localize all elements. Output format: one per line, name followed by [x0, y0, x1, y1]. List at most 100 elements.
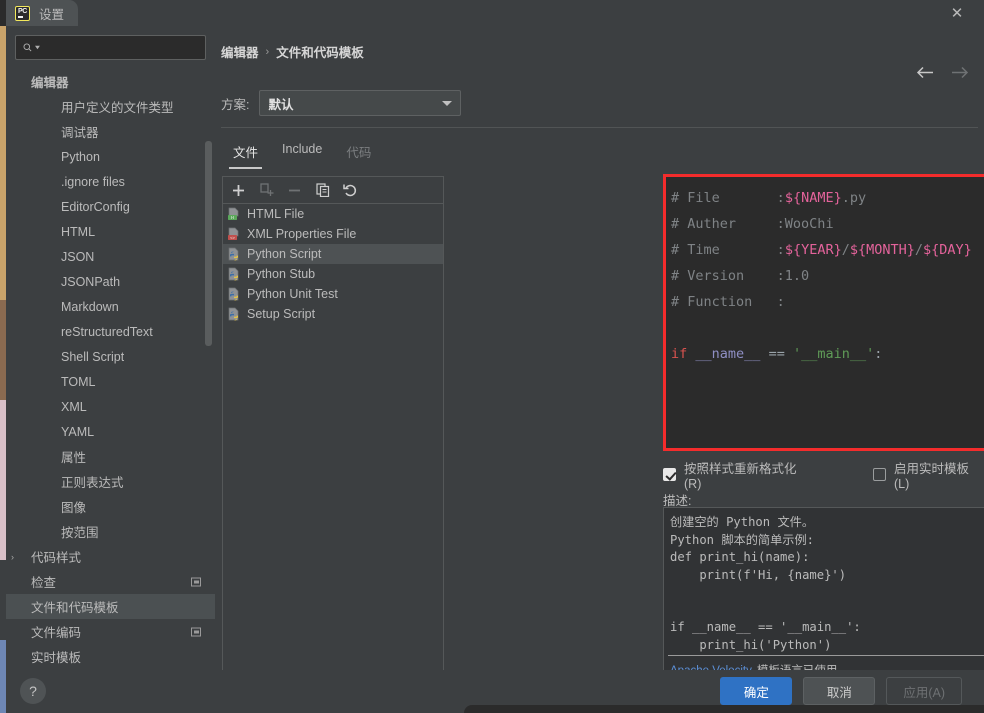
settings-tree: 编辑器用户定义的文件类型调试器 Python .ignore files Editor…: [6, 69, 215, 669]
sidebar-item-label: 编辑器: [31, 76, 69, 90]
template-list-item[interactable]: Setup Script: [223, 304, 443, 324]
sidebar-item[interactable]: JSON: [6, 244, 215, 269]
search-box[interactable]: [15, 35, 206, 60]
cancel-button[interactable]: 取消: [803, 677, 876, 705]
python-file-icon: [228, 307, 239, 321]
option-checkbox-2[interactable]: 启用实时模板 (L): [872, 458, 984, 491]
sidebar-item-label: 文件和代码模板: [31, 601, 119, 615]
code-line: # Function :: [671, 289, 984, 315]
template-list-item[interactable]: H HTML File: [223, 204, 443, 224]
sidebar-item[interactable]: 检查: [6, 569, 215, 594]
code-token: .py: [841, 190, 867, 206]
code-line: # Time :${YEAR}/${MONTH}/${DAY}: [671, 237, 984, 263]
add-child-template-button[interactable]: [259, 183, 274, 198]
sidebar-item[interactable]: TOML: [6, 369, 215, 394]
sidebar-item[interactable]: › 代码样式: [6, 544, 215, 569]
scheme-value: 默认: [268, 97, 294, 112]
xml-file-icon: <>: [228, 227, 239, 241]
module-badge-icon: [191, 627, 201, 636]
template-options: 按照样式重新格式化(R) 启用实时模板 (L): [663, 458, 984, 491]
code-token: /: [841, 242, 850, 258]
window-title: 设置: [39, 7, 65, 22]
sidebar-scrollbar[interactable]: [205, 141, 212, 346]
reset-template-button[interactable]: [343, 183, 358, 198]
add-template-button[interactable]: [231, 183, 246, 198]
sidebar-item-label: reStructuredText: [61, 324, 153, 339]
code-token: # Version: [671, 268, 777, 284]
sidebar-item[interactable]: 实时模板: [6, 644, 215, 669]
search-input[interactable]: [43, 40, 198, 55]
sidebar-item-label: 属性: [61, 451, 87, 465]
template-list-item[interactable]: Python Unit Test: [223, 284, 443, 304]
back-arrow-icon[interactable]: [916, 66, 934, 79]
sidebar-item[interactable]: Python: [6, 144, 215, 169]
tab-3[interactable]: 代码: [334, 136, 383, 169]
svg-text:H: H: [231, 216, 234, 221]
sidebar-item[interactable]: 正则表达式: [6, 469, 215, 494]
sidebar-item[interactable]: 文件和代码模板: [6, 594, 215, 619]
sidebar-item[interactable]: 属性: [6, 444, 215, 469]
description-divider: [668, 655, 984, 656]
sidebar-item-label: TOML: [61, 374, 96, 389]
sidebar-item-label: JSON: [61, 249, 95, 264]
template-list-item[interactable]: Python Stub: [223, 264, 443, 284]
code-token: if: [671, 346, 688, 362]
code-token: :: [776, 294, 785, 310]
breadcrumb-parent[interactable]: 编辑器: [221, 42, 259, 61]
help-button[interactable]: ?: [20, 678, 46, 704]
tab-1[interactable]: 文件: [221, 136, 270, 169]
sidebar-item-label: 按范围: [61, 526, 99, 540]
code-line: # Auther :WooChi: [671, 211, 984, 237]
template-code-editor[interactable]: # File :${NAME}.py # Auther :WooChi # Time…: [666, 177, 984, 448]
sidebar-item[interactable]: 调试器: [6, 119, 215, 144]
sidebar-item[interactable]: EditorConfig: [6, 194, 215, 219]
tab-2[interactable]: Include: [270, 136, 334, 169]
sidebar-item[interactable]: 按范围: [6, 519, 215, 544]
sidebar-item[interactable]: 图像: [6, 494, 215, 519]
scheme-select[interactable]: 默认: [259, 90, 462, 116]
forward-arrow-icon[interactable]: [951, 66, 969, 79]
template-list-item[interactable]: Python Script: [223, 244, 443, 264]
sidebar-item[interactable]: YAML: [6, 419, 215, 444]
sidebar-item[interactable]: XML: [6, 394, 215, 419]
sidebar-item[interactable]: 文件编码: [6, 619, 215, 644]
template-list-item-label: HTML File: [247, 207, 305, 221]
sidebar-item[interactable]: HTML: [6, 219, 215, 244]
template-list-item[interactable]: <> XML Properties File: [223, 224, 443, 244]
close-icon[interactable]: ✕: [942, 0, 972, 26]
window-tab[interactable]: PC 设置: [6, 0, 79, 26]
copy-template-button[interactable]: [315, 183, 330, 198]
sidebar-item[interactable]: .ignore files: [6, 169, 215, 194]
code-token: # Function: [671, 294, 777, 310]
checkbox-unchecked-icon[interactable]: [872, 468, 886, 481]
sidebar-item-label: Shell Script: [61, 349, 125, 364]
sidebar-item[interactable]: Shell Script: [6, 344, 215, 369]
ok-button[interactable]: 确定: [720, 677, 793, 705]
code-token: '__main__': [792, 346, 875, 362]
sidebar-item-label: YAML: [61, 424, 95, 439]
code-token: :: [874, 346, 883, 362]
description-text: 创建空的 Python 文件。 Python 脚本的简单示例: def prin…: [670, 515, 861, 652]
chevron-right-icon[interactable]: ›: [6, 552, 19, 562]
content-divider: [221, 127, 978, 128]
option-checkbox-1[interactable]: 按照样式重新格式化(R): [663, 458, 809, 491]
remove-template-button[interactable]: [287, 183, 302, 198]
module-badge-icon: [191, 577, 201, 586]
pycharm-logo-icon: PC: [15, 5, 30, 21]
chevron-down-icon[interactable]: [35, 45, 40, 50]
checkbox-checked-icon[interactable]: [663, 468, 676, 481]
navigation-arrows: [916, 66, 969, 79]
sidebar-item-label: 调试器: [61, 126, 99, 140]
code-token: __name__: [695, 346, 761, 362]
chevron-down-icon: [442, 100, 453, 106]
sidebar-item-label: Markdown: [61, 299, 119, 314]
sidebar-item[interactable]: 用户定义的文件类型: [6, 94, 215, 119]
sidebar-item[interactable]: reStructuredText: [6, 319, 215, 344]
code-token: # Auther: [671, 216, 777, 232]
sidebar-item[interactable]: 编辑器: [6, 69, 215, 94]
sidebar-item[interactable]: Markdown: [6, 294, 215, 319]
sidebar-item-label: 正则表达式: [61, 476, 124, 490]
option-label: 启用实时模板 (L): [893, 462, 969, 491]
sidebar-item[interactable]: JSONPath: [6, 269, 215, 294]
